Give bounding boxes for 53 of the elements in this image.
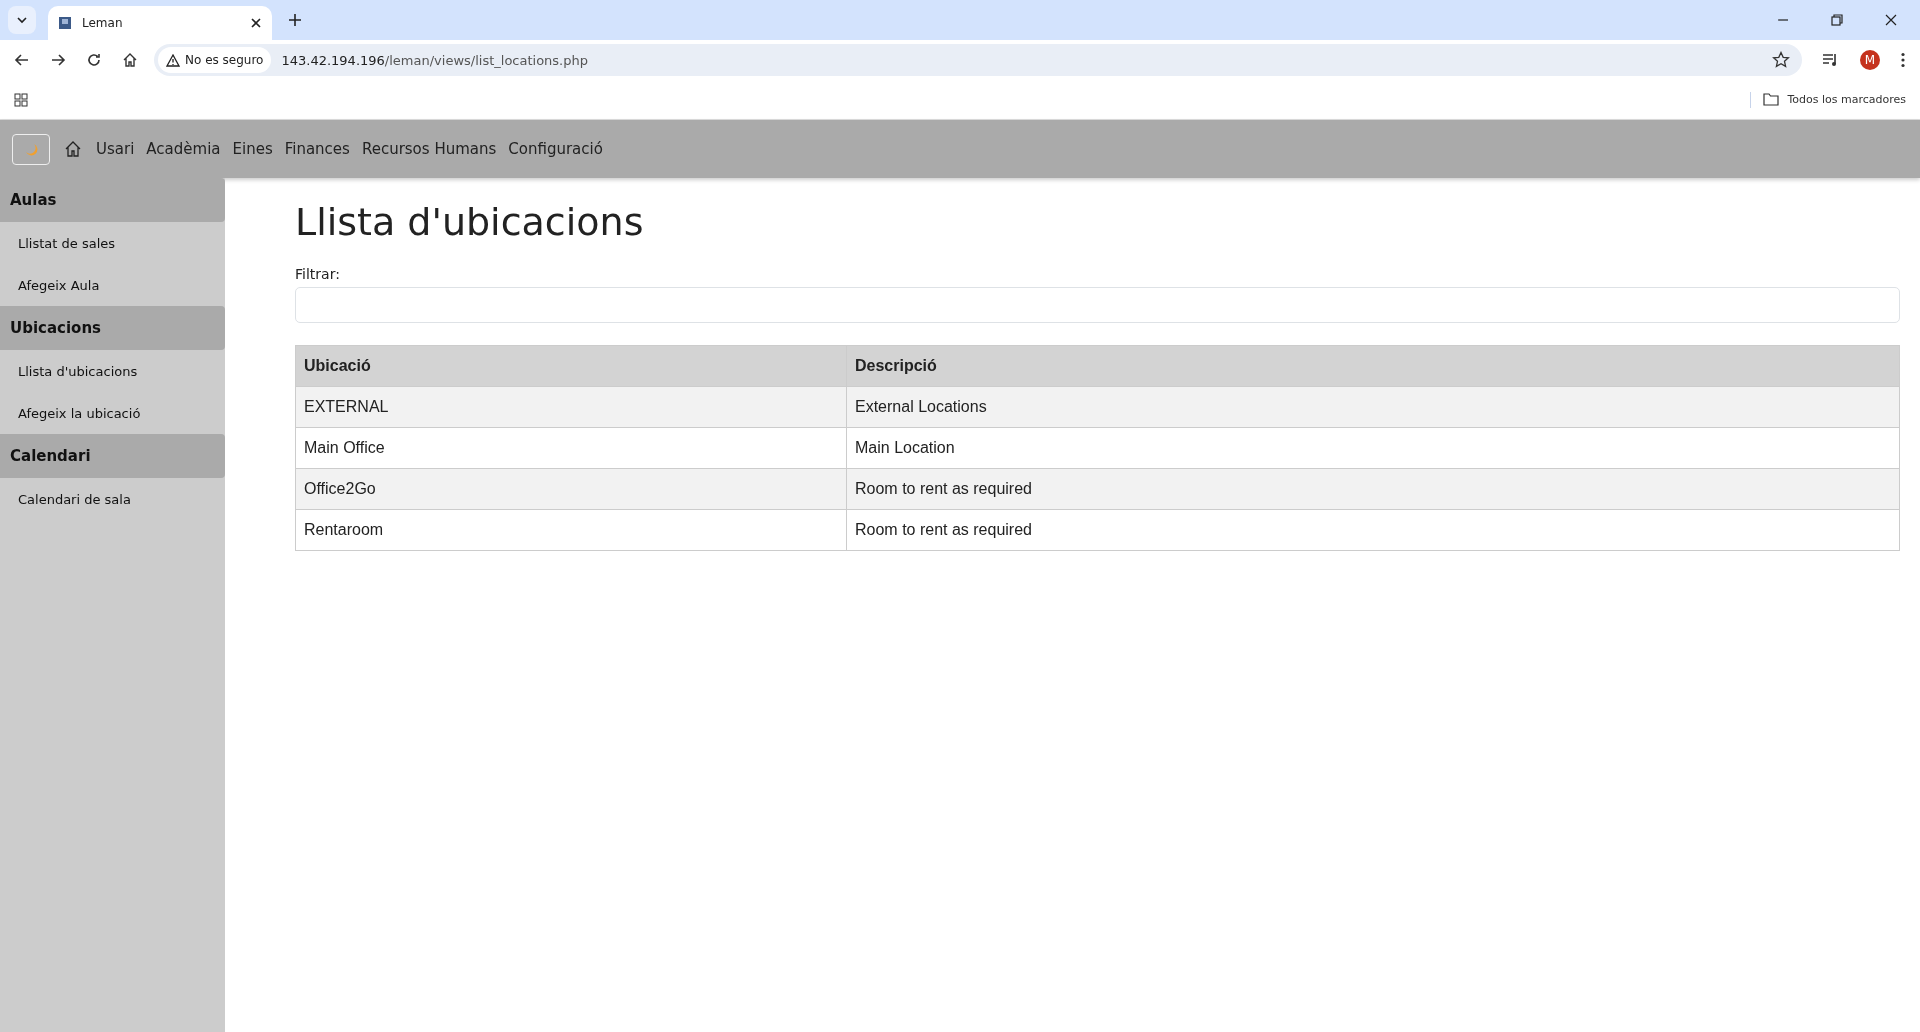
browser-tab[interactable]: Leman xyxy=(48,6,272,40)
forward-arrow-icon[interactable] xyxy=(50,52,66,68)
chevron-down-icon xyxy=(16,14,28,26)
home-icon[interactable] xyxy=(122,52,138,68)
theme-toggle-button[interactable] xyxy=(12,133,50,165)
sidebar-link[interactable]: Afegeix Aula xyxy=(0,264,225,306)
sidebar-link[interactable]: Afegeix la ubicació xyxy=(0,392,225,434)
folder-icon xyxy=(1763,93,1780,106)
warning-icon xyxy=(166,53,180,67)
column-header: Ubicació xyxy=(295,345,847,387)
tab-title: Leman xyxy=(82,16,124,30)
profile-avatar[interactable]: M xyxy=(1860,50,1880,70)
nav-link[interactable]: Recursos Humans xyxy=(361,140,497,158)
plus-icon[interactable] xyxy=(288,13,302,27)
tab-list-button[interactable] xyxy=(8,6,36,34)
table-cell: Room to rent as required xyxy=(846,509,1900,551)
nav-link[interactable]: Usari xyxy=(96,140,135,158)
star-icon[interactable] xyxy=(1772,51,1790,69)
nav-link[interactable]: Eines xyxy=(232,140,273,158)
sidebar-link[interactable]: Llista d'ubicacions xyxy=(0,350,225,392)
filter-label: Filtrar: xyxy=(295,266,341,282)
more-menu-icon[interactable] xyxy=(1900,52,1906,68)
nav-link[interactable]: Finances xyxy=(284,140,350,158)
nav-link[interactable]: Acadèmia xyxy=(146,140,221,158)
home-icon[interactable] xyxy=(64,140,82,158)
close-icon[interactable] xyxy=(1884,13,1898,27)
apps-grid-icon[interactable] xyxy=(14,92,28,107)
all-bookmarks-button[interactable]: Todos los marcadores xyxy=(1763,93,1906,106)
table-cell: Office2Go xyxy=(295,468,847,510)
table-cell: EXTERNAL xyxy=(295,386,847,428)
restore-icon[interactable] xyxy=(1830,13,1844,27)
url-text: 143.42.194.196/leman/views/list_locations.php xyxy=(281,52,588,68)
security-chip[interactable]: No es seguro xyxy=(158,47,272,73)
table-cell: Room to rent as required xyxy=(846,468,1900,510)
back-arrow-icon[interactable] xyxy=(14,52,30,68)
page-title: Llista d'ubicacions xyxy=(295,200,645,244)
table-cell: Rentaroom xyxy=(295,509,847,551)
close-icon[interactable] xyxy=(250,17,262,29)
sidebar-section-header[interactable]: Aulas xyxy=(0,178,225,222)
sidebar-section-header[interactable]: Ubicacions xyxy=(0,306,225,350)
filter-input[interactable] xyxy=(295,287,1900,323)
table-cell: Main Location xyxy=(846,427,1900,469)
site-favicon-icon xyxy=(58,16,72,30)
sidebar-link[interactable]: Calendari de sala xyxy=(0,478,225,520)
sidebar-section-header[interactable]: Calendari xyxy=(0,434,225,478)
table-cell: External Locations xyxy=(846,386,1900,428)
sidebar-link[interactable]: Llistat de sales xyxy=(0,222,225,264)
address-bar[interactable]: No es seguro 143.42.194.196/leman/views/list_locations.php xyxy=(154,44,1802,76)
table-cell: Main Office xyxy=(295,427,847,469)
reload-icon[interactable] xyxy=(86,52,102,68)
crescent-moon-icon xyxy=(24,142,38,156)
column-header: Descripció xyxy=(846,345,1900,387)
nav-link[interactable]: Configuració xyxy=(508,140,603,158)
